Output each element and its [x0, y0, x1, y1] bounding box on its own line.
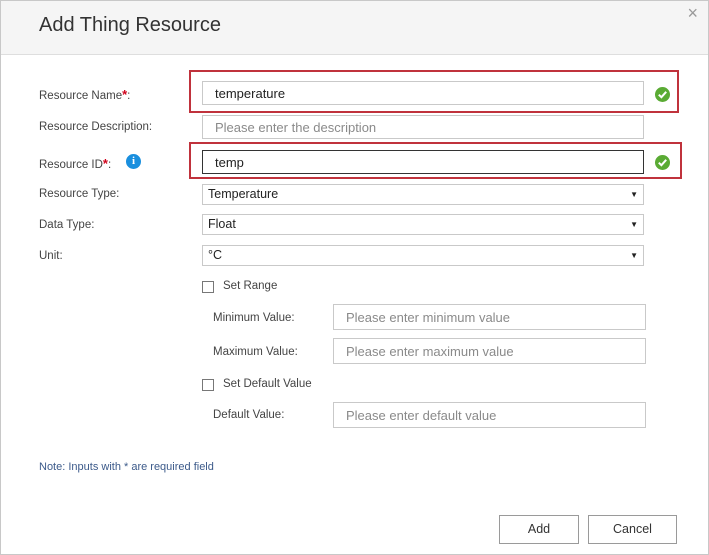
- resource-description-input[interactable]: [202, 115, 644, 139]
- cancel-button[interactable]: Cancel: [588, 515, 677, 544]
- default-value-input[interactable]: [333, 402, 646, 428]
- dialog-header: Add Thing Resource ×: [1, 1, 708, 55]
- data-type-select[interactable]: Float ▼: [202, 214, 644, 235]
- set-default-value-checkbox[interactable]: [202, 379, 214, 391]
- resource-id-label-text: Resource ID: [39, 159, 103, 171]
- resource-type-select[interactable]: Temperature ▼: [202, 184, 644, 205]
- dialog-title: Add Thing Resource: [39, 14, 221, 36]
- resource-name-label-text: Resource Name: [39, 90, 123, 102]
- dropdown-arrow-icon: ▼: [630, 220, 638, 229]
- resource-type-label: Resource Type:: [39, 188, 120, 200]
- required-field-note: Note: Inputs with * are required field: [39, 461, 214, 473]
- default-value-label: Default Value:: [213, 409, 285, 421]
- unit-selected: °C: [208, 248, 223, 262]
- resource-name-label: Resource Name*:: [39, 87, 130, 102]
- minimum-value-label: Minimum Value:: [213, 312, 295, 324]
- add-button[interactable]: Add: [499, 515, 579, 544]
- unit-label: Unit:: [39, 250, 63, 262]
- info-icon[interactable]: i: [126, 154, 141, 169]
- data-type-selected: Float: [208, 217, 236, 231]
- close-icon[interactable]: ×: [687, 3, 698, 24]
- dropdown-arrow-icon: ▼: [630, 190, 638, 199]
- maximum-value-input[interactable]: [333, 338, 646, 364]
- resource-id-input[interactable]: [202, 150, 644, 174]
- dropdown-arrow-icon: ▼: [630, 251, 638, 260]
- resource-type-selected: Temperature: [208, 187, 279, 201]
- unit-select[interactable]: °C ▼: [202, 245, 644, 266]
- set-range-checkbox[interactable]: [202, 281, 214, 293]
- label-colon: :: [107, 159, 112, 171]
- check-icon: [655, 87, 670, 102]
- resource-description-label: Resource Description:: [39, 121, 153, 133]
- set-range-label: Set Range: [223, 280, 278, 292]
- resource-id-label: Resource ID*:: [39, 156, 111, 171]
- label-colon: :: [127, 90, 131, 102]
- data-type-label: Data Type:: [39, 219, 95, 231]
- check-icon: [655, 155, 670, 170]
- maximum-value-label: Maximum Value:: [213, 346, 298, 358]
- set-default-value-label: Set Default Value: [223, 378, 312, 390]
- minimum-value-input[interactable]: [333, 304, 646, 330]
- add-thing-resource-dialog: Add Thing Resource × Resource Name*: Res…: [0, 0, 709, 555]
- resource-name-input[interactable]: [202, 81, 644, 105]
